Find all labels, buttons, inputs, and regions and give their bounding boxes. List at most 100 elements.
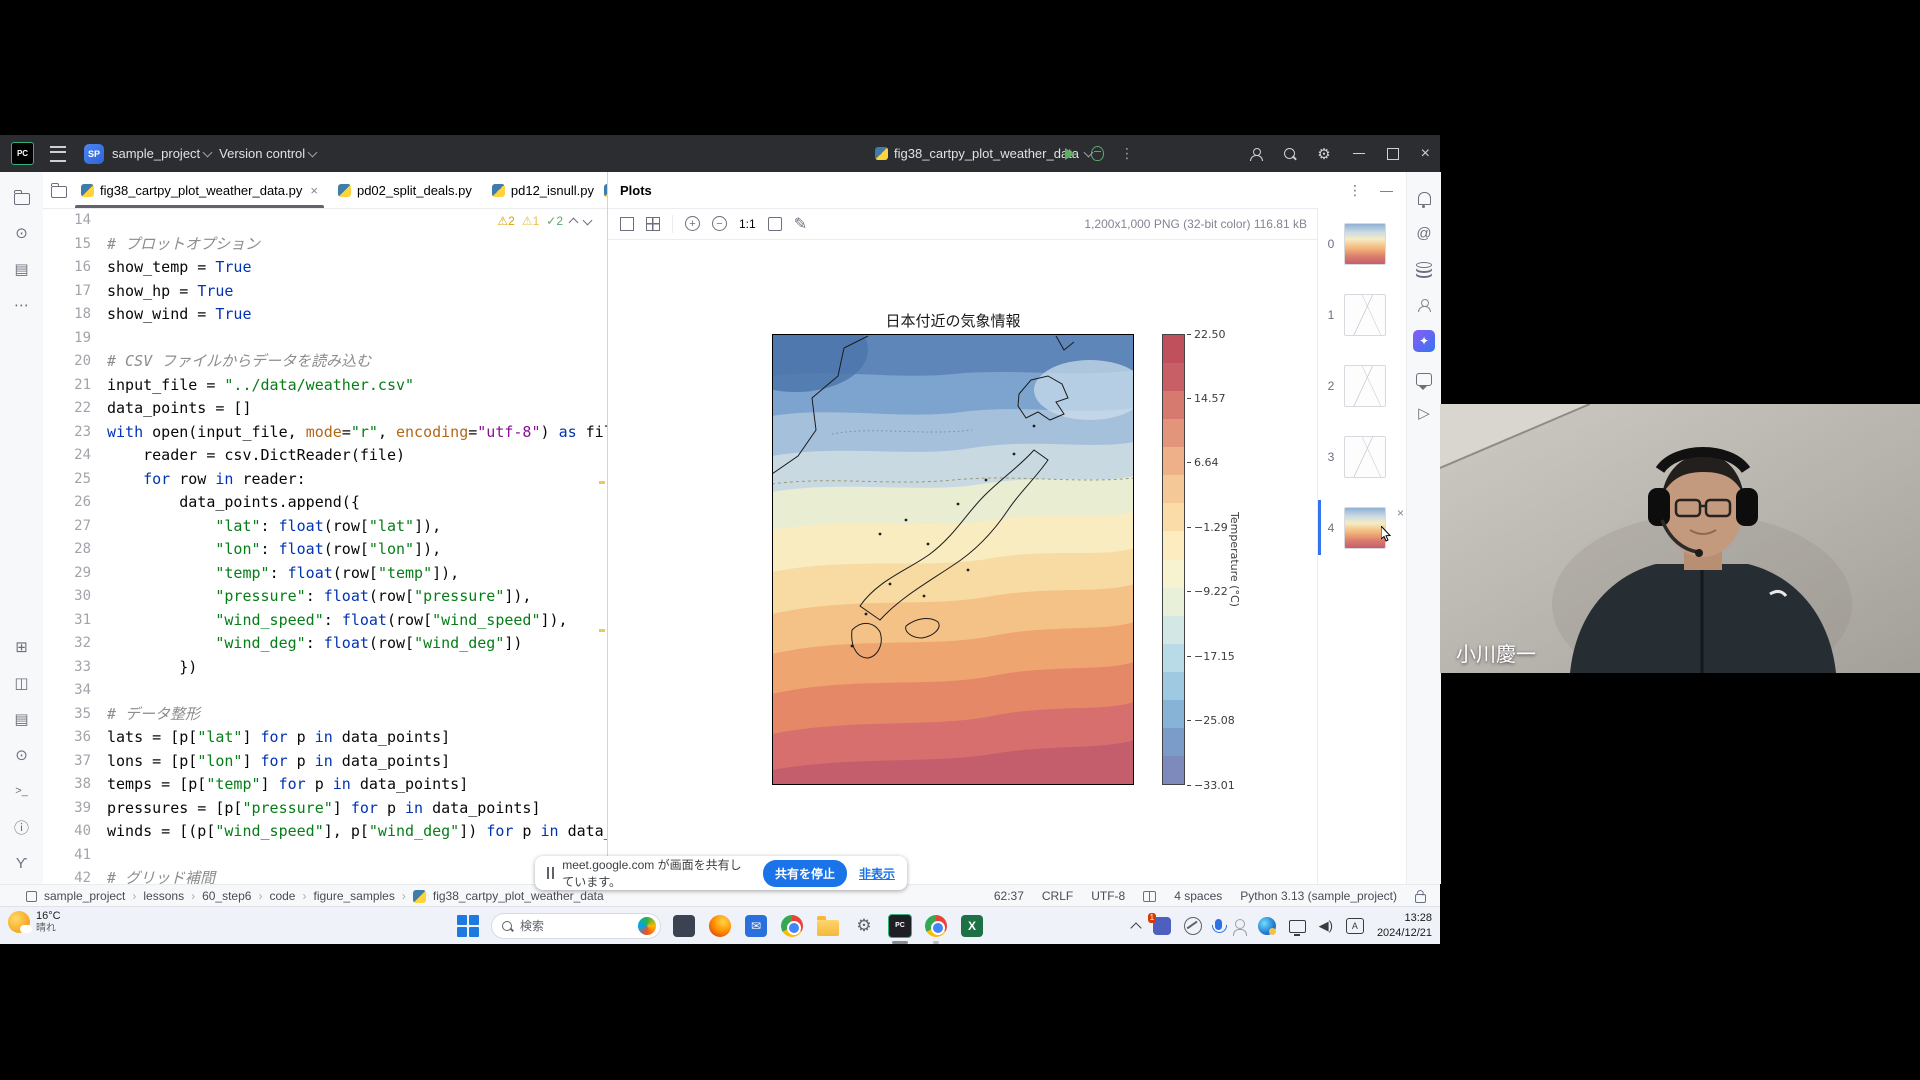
fit-content-icon[interactable] bbox=[768, 217, 782, 231]
tool-window-hide-icon[interactable]: — bbox=[1380, 183, 1393, 198]
ai-assistant-icon[interactable]: @ bbox=[1413, 222, 1435, 244]
code-line[interactable]: 36lats = [p["lat"] for p in data_points] bbox=[43, 726, 607, 750]
code-line[interactable]: 19 bbox=[43, 327, 607, 351]
actual-size-button[interactable]: 1:1 bbox=[739, 217, 756, 231]
code-line[interactable]: 20# CSV ファイルからデータを読み込む bbox=[43, 350, 607, 374]
code-editor[interactable]: 1415# プロットオプション16show_temp = True17show_… bbox=[43, 209, 607, 885]
code-line[interactable]: 31 "wind_speed": float(row["wind_speed"]… bbox=[43, 609, 607, 633]
tab-pd12[interactable]: pd12_isnull.py bbox=[482, 173, 604, 208]
breadcrumb-item[interactable]: 60_step6 bbox=[202, 889, 251, 903]
database-tool-icon[interactable] bbox=[1413, 258, 1435, 280]
thumbnail-image[interactable] bbox=[1344, 223, 1386, 265]
code-line[interactable]: 27 "lat": float(row["lat"]), bbox=[43, 515, 607, 539]
run-config-selector[interactable]: fig38_cartpy_plot_weather_data bbox=[875, 146, 1092, 161]
edge-tray-icon[interactable] bbox=[1258, 917, 1276, 935]
code-line[interactable]: 22data_points = [] bbox=[43, 397, 607, 421]
project-tool-icon[interactable] bbox=[11, 186, 33, 208]
more-actions-button[interactable]: ⋮ bbox=[1120, 145, 1134, 162]
project-badge[interactable]: SP bbox=[84, 144, 104, 164]
breadcrumb-item[interactable]: sample_project bbox=[44, 889, 125, 903]
code-line[interactable]: 29 "temp": float(row["temp"]), bbox=[43, 562, 607, 586]
plot-thumbnail-3[interactable]: 3 bbox=[1318, 421, 1408, 492]
code-line[interactable]: 38temps = [p["temp"] for p in data_point… bbox=[43, 773, 607, 797]
code-line[interactable]: 42# グリッド補間 bbox=[43, 867, 607, 885]
close-icon[interactable]: × bbox=[310, 183, 318, 198]
task-view-button[interactable] bbox=[671, 913, 697, 939]
window-minimize-button[interactable] bbox=[1353, 153, 1365, 155]
code-line[interactable]: 35# データ整形 bbox=[43, 703, 607, 727]
indent-style[interactable]: 4 spaces bbox=[1174, 889, 1222, 903]
project-selector[interactable]: sample_project bbox=[112, 146, 211, 161]
thumbnail-image[interactable] bbox=[1344, 294, 1386, 336]
hide-link[interactable]: 非表示 bbox=[859, 865, 895, 882]
code-line[interactable]: 34 bbox=[43, 679, 607, 703]
teams-tray-icon[interactable] bbox=[1153, 917, 1171, 935]
breadcrumb-item[interactable]: code bbox=[269, 889, 295, 903]
fit-to-window-icon[interactable] bbox=[620, 217, 634, 231]
code-line[interactable]: 33 }) bbox=[43, 656, 607, 680]
code-line[interactable]: 16show_temp = True bbox=[43, 256, 607, 280]
breadcrumb-item[interactable]: figure_samples bbox=[313, 889, 394, 903]
file-explorer-icon[interactable] bbox=[815, 913, 841, 939]
terminal-tool-icon[interactable]: >_ bbox=[11, 780, 33, 802]
settings-icon[interactable]: ⚙ bbox=[851, 913, 877, 939]
person-tray-icon[interactable] bbox=[1235, 919, 1245, 929]
excel-icon[interactable]: X bbox=[959, 913, 985, 939]
firefox-icon[interactable] bbox=[707, 913, 733, 939]
code-line[interactable]: 37lons = [p["lon"] for p in data_points] bbox=[43, 750, 607, 774]
thumbnail-image[interactable] bbox=[1344, 436, 1386, 478]
zoom-in-icon[interactable]: + bbox=[685, 216, 700, 231]
chrome-icon[interactable] bbox=[779, 913, 805, 939]
code-line[interactable]: 21input_file = "../data/weather.csv" bbox=[43, 374, 607, 398]
run-button[interactable] bbox=[1065, 148, 1075, 160]
file-encoding[interactable]: UTF-8 bbox=[1091, 889, 1125, 903]
taskbar-search[interactable]: 検索 bbox=[491, 913, 661, 939]
coverage-tool-icon[interactable]: ◫ bbox=[11, 672, 33, 694]
prev-problem-icon[interactable] bbox=[569, 218, 579, 228]
code-line[interactable]: 39pressures = [p["pressure"] for p in da… bbox=[43, 797, 607, 821]
select-opened-file-icon[interactable] bbox=[51, 179, 67, 201]
thumbnail-close-icon[interactable]: × bbox=[1397, 506, 1404, 520]
start-button[interactable] bbox=[455, 913, 481, 939]
next-problem-icon[interactable] bbox=[583, 215, 593, 225]
taskbar-clock[interactable]: 13:28 2024/12/21 bbox=[1377, 911, 1432, 940]
code-line[interactable]: 40winds = [(p["wind_speed"], p["wind_deg… bbox=[43, 820, 607, 844]
commit-tool-icon[interactable]: ⊙ bbox=[11, 222, 33, 244]
display-tray-icon[interactable] bbox=[1289, 920, 1306, 933]
thumbnail-image[interactable] bbox=[1344, 507, 1386, 549]
packages-tool-icon[interactable]: ▤ bbox=[11, 708, 33, 730]
notifications-bell-icon[interactable] bbox=[1413, 186, 1435, 208]
code-line[interactable]: 28 "lon": float(row["lon"]), bbox=[43, 538, 607, 562]
code-line[interactable]: 41 bbox=[43, 844, 607, 868]
pycharm-taskbar-icon[interactable]: PC bbox=[887, 913, 913, 939]
code-line[interactable]: 25 for row in reader: bbox=[43, 468, 607, 492]
tool-window-options-icon[interactable]: ⋮ bbox=[1348, 182, 1362, 199]
tab-pd02[interactable]: pd02_split_deals.py bbox=[328, 173, 482, 208]
breadcrumb[interactable]: sample_project›lessons›60_step6›code›fig… bbox=[26, 889, 604, 903]
inspection-widget[interactable]: ⚠2 ⚠1 ✓2 bbox=[497, 214, 591, 228]
speaker-icon[interactable]: ◀) bbox=[1319, 918, 1333, 934]
onenote-tray-icon[interactable] bbox=[1184, 917, 1202, 935]
zoom-out-icon[interactable]: − bbox=[712, 216, 727, 231]
code-with-me-icon[interactable] bbox=[1250, 148, 1262, 160]
chrome-2-icon[interactable] bbox=[923, 913, 949, 939]
stop-sharing-button[interactable]: 共有を停止 bbox=[763, 860, 847, 887]
info-tool-icon[interactable]: ⓘ bbox=[11, 816, 33, 838]
debug-button[interactable] bbox=[1091, 146, 1104, 161]
mail-icon[interactable]: ✉ bbox=[743, 913, 769, 939]
code-line[interactable]: 23with open(input_file, mode="r", encodi… bbox=[43, 421, 607, 445]
microphone-tray-icon[interactable] bbox=[1215, 919, 1222, 930]
tab-fig38[interactable]: fig38_cartpy_plot_weather_data.py × bbox=[71, 173, 328, 208]
code-line[interactable]: 18show_wind = True bbox=[43, 303, 607, 327]
chat-tool-icon[interactable] bbox=[1413, 366, 1435, 388]
windows-tool-icon[interactable]: ⊞ bbox=[11, 636, 33, 658]
settings-gear-icon[interactable]: ⚙ bbox=[1317, 145, 1330, 163]
gradle-users-icon[interactable] bbox=[1413, 294, 1435, 316]
code-line[interactable]: 30 "pressure": float(row["pressure"]), bbox=[43, 585, 607, 609]
breadcrumb-item[interactable]: lessons bbox=[143, 889, 184, 903]
git-branch-icon[interactable]: ϒ bbox=[11, 852, 33, 874]
code-line[interactable]: 32 "wind_deg": float(row["wind_deg"]) bbox=[43, 632, 607, 656]
ai-chat-active-icon[interactable]: ✦ bbox=[1413, 330, 1435, 352]
search-everywhere-icon[interactable] bbox=[1284, 148, 1295, 159]
edit-pencil-icon[interactable]: ✎ bbox=[794, 214, 807, 234]
